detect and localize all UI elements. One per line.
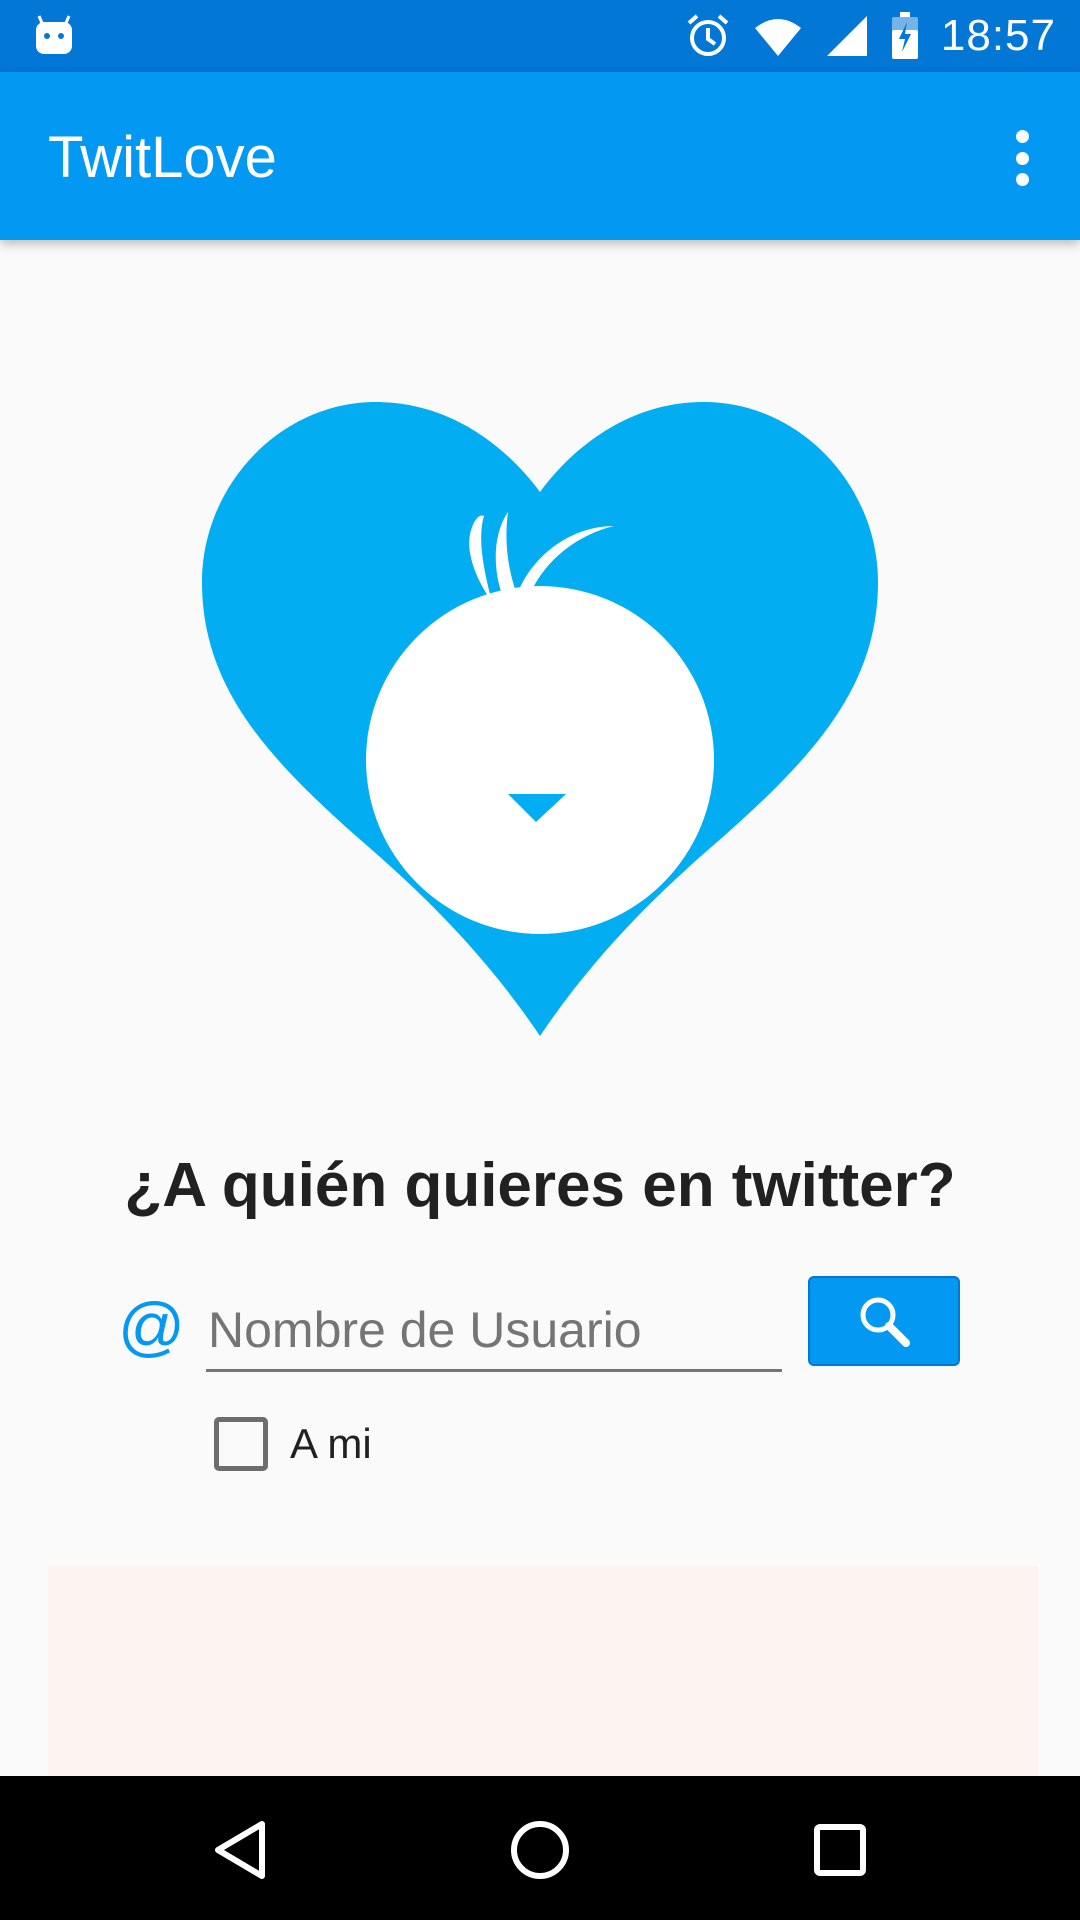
back-icon — [215, 1821, 265, 1879]
search-button[interactable] — [808, 1276, 960, 1366]
app-title: TwitLove — [48, 125, 277, 190]
app-bar: TwitLove — [0, 72, 1080, 240]
recents-button[interactable] — [800, 1810, 880, 1890]
self-checkbox[interactable] — [214, 1417, 268, 1471]
android-notification-icon — [36, 15, 72, 54]
heart-bird-logo — [202, 402, 878, 1036]
status-time: 18:57 — [940, 11, 1056, 60]
system-nav-bar — [0, 1776, 1080, 1920]
recents-icon — [814, 1824, 866, 1876]
back-button[interactable] — [200, 1810, 280, 1890]
status-bar: 18:57 — [0, 0, 1080, 72]
self-checkbox-row[interactable]: A mi — [214, 1416, 372, 1472]
self-checkbox-label: A mi — [290, 1420, 372, 1467]
bird-body — [366, 586, 714, 934]
page-headline: ¿A quién quieres en twitter? — [124, 1151, 956, 1220]
search-icon — [860, 1297, 910, 1347]
cell-signal-icon — [826, 16, 867, 56]
ad-banner-area — [48, 1566, 1038, 1776]
username-input[interactable] — [206, 1290, 782, 1372]
alarm-icon — [687, 14, 729, 56]
at-symbol: @ — [118, 1289, 185, 1363]
overflow-menu-icon[interactable] — [1004, 126, 1040, 190]
battery-charging-icon — [891, 12, 918, 59]
home-icon — [511, 1821, 569, 1879]
home-button[interactable] — [500, 1810, 580, 1890]
wifi-icon — [754, 19, 801, 56]
